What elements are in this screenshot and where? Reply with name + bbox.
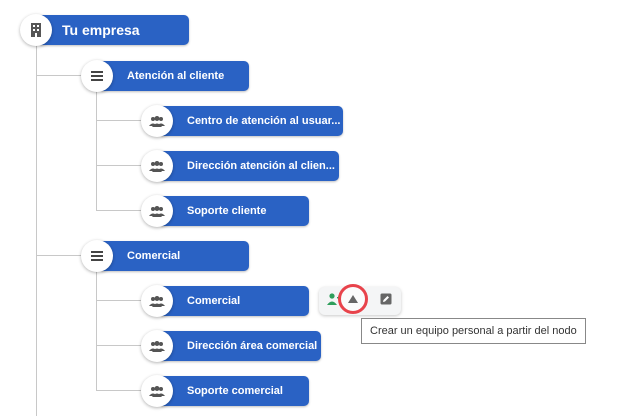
team-icon <box>141 285 173 317</box>
menu-icon <box>81 60 113 92</box>
tree-connector <box>96 210 142 211</box>
tree-connector <box>36 75 82 76</box>
node-label: Dirección atención al clien... <box>161 151 339 181</box>
node-label: Tu empresa <box>40 15 189 45</box>
edit-node-button[interactable] <box>373 287 399 315</box>
building-icon <box>20 14 52 46</box>
tooltip: Crear un equipo personal a partir del no… <box>361 318 586 344</box>
node-label: Dirección área comercial <box>161 331 321 361</box>
tree-connector <box>96 300 142 301</box>
team-icon <box>141 150 173 182</box>
create-team-button[interactable] <box>338 284 368 314</box>
team-icon <box>141 330 173 362</box>
tree-connector <box>36 255 82 256</box>
node-label: Comercial <box>161 286 309 316</box>
team-icon <box>141 195 173 227</box>
node-label: Soporte comercial <box>161 376 309 406</box>
node-label: Comercial <box>101 241 249 271</box>
team-icon <box>141 105 173 137</box>
node-label: Atención al cliente <box>101 61 249 91</box>
tree-connector <box>96 390 142 391</box>
node-label: Soporte cliente <box>161 196 309 226</box>
team-icon <box>141 375 173 407</box>
tree-connector <box>96 165 142 166</box>
tree-connector <box>96 90 97 211</box>
node-label: Centro de atención al usuar... <box>161 106 343 136</box>
tree-connector <box>96 270 97 391</box>
menu-icon <box>81 240 113 272</box>
tree-connector <box>96 345 142 346</box>
tree-connector <box>96 120 142 121</box>
edit-icon <box>380 292 392 310</box>
tree-connector <box>36 44 37 416</box>
triangle-up-icon <box>348 290 358 308</box>
